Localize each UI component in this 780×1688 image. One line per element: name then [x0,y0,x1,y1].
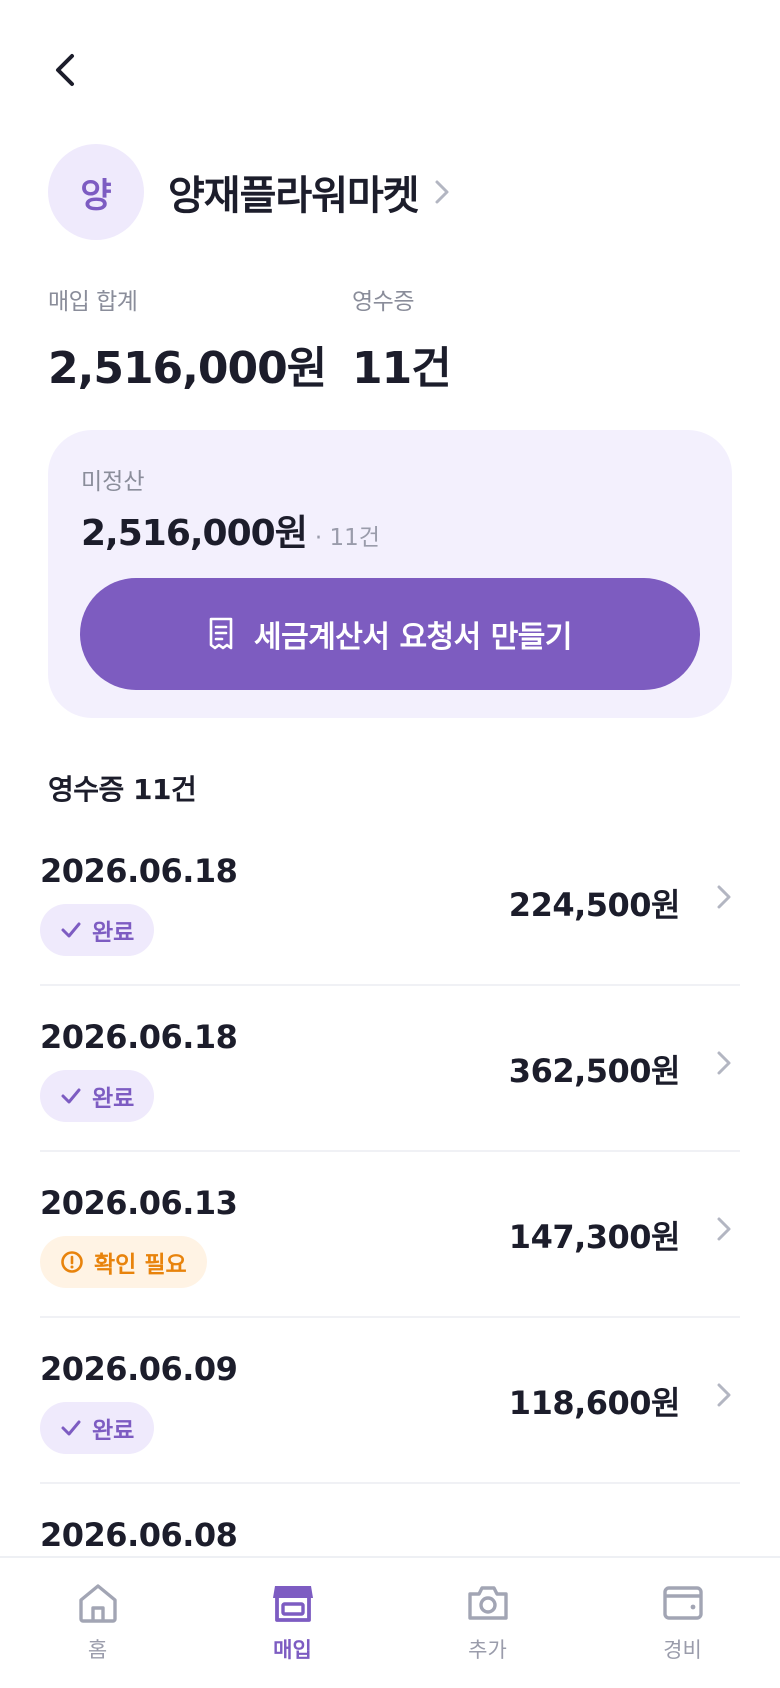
purchase-total-value: 2,516,000원 [48,343,327,394]
status-badge-label: 완료 [92,1086,135,1112]
unsettled-count: · 11건 [314,525,380,551]
create-tax-invoice-request-button[interactable]: 세금계산서 요청서 만들기 [80,578,700,690]
tab-expense[interactable]: 경비 [585,1558,780,1688]
receipt-amount: 362,500원 [508,1052,681,1090]
receipt-date: 2026.06.18 [40,852,238,890]
status-badge-label: 완료 [92,1418,135,1444]
check-icon [60,1087,82,1105]
receipt-row[interactable]: 2026.06.09 완료 118,600원 [40,1318,740,1484]
tab-home[interactable]: 홈 [0,1558,195,1688]
tab-purchase[interactable]: 매입 [195,1558,390,1688]
chevron-left-icon [56,54,74,86]
receipt-count-value: 11건 [352,343,452,394]
tab-add[interactable]: 추가 [390,1558,585,1688]
chevron-right-icon [716,884,732,910]
store-icon [272,1586,313,1622]
home-icon [78,1584,117,1623]
purchase-total: 매입 합계 2,516,000원 [48,282,352,396]
unsettled-summary: 2,516,000원 · 11건 [81,504,380,556]
unsettled-amount: 2,516,000원 [81,513,308,554]
wallet-icon [662,1586,703,1620]
check-icon [60,921,82,939]
chevron-right-icon [716,1382,732,1408]
receipt-row[interactable]: 2026.06.18 완료 224,500원 [40,820,740,986]
tab-add-label: 추가 [468,1638,507,1662]
chevron-right-icon [433,178,451,206]
vendor-name[interactable]: 양재플라워마켓 [168,163,420,221]
camera-icon [467,1586,508,1620]
status-badge: 확인 필요 [40,1236,207,1288]
receipt-row[interactable]: 2026.06.18 완료 362,500원 [40,986,740,1152]
alert-circle-icon [60,1250,84,1274]
receipt-amount: 147,300원 [508,1218,681,1256]
receipt-date: 2026.06.09 [40,1350,238,1388]
chevron-right-icon [716,1050,732,1076]
tab-expense-label: 경비 [663,1638,702,1662]
status-badge: 완료 [40,904,155,956]
receipt-count-label: 영수증 [352,289,414,315]
back-button[interactable] [40,44,92,96]
receipt-date: 2026.06.08 [40,1516,238,1554]
create-tax-invoice-request-label: 세금계산서 요청서 만들기 [254,620,573,655]
receipt-amount: 118,600원 [508,1384,681,1422]
bottom-tab-bar: 홈 매입 추가 경비 [0,1556,780,1688]
vendor-avatar: 양 [48,144,144,240]
status-badge-label: 완료 [92,920,135,946]
unsettled-label: 미정산 [81,469,145,495]
status-badge: 완료 [40,1402,155,1454]
vendor-header[interactable]: 양 양재플라워마켓 [48,144,451,240]
summary-stats: 매입 합계 2,516,000원 영수증 11건 [48,282,732,396]
receipt-count: 영수증 11건 [352,282,452,396]
receipt-list: 2026.06.18 완료 224,500원 2026.06.18 완료 362… [40,820,740,1650]
tab-home-label: 홈 [87,1638,108,1662]
receipt-amount: 224,500원 [508,886,681,924]
chevron-right-icon [716,1216,732,1242]
status-badge-label: 확인 필요 [94,1252,187,1278]
unsettled-card: 미정산 2,516,000원 · 11건 세금계산서 요청서 만들기 [48,430,732,718]
receipt-date: 2026.06.18 [40,1018,238,1056]
receipt-icon [208,617,234,651]
receipt-section-title: 영수증 11건 [48,773,197,806]
status-badge: 완료 [40,1070,155,1122]
purchase-total-label: 매입 합계 [48,289,138,315]
check-icon [60,1419,82,1437]
receipt-row[interactable]: 2026.06.13 확인 필요 147,300원 [40,1152,740,1318]
receipt-date: 2026.06.13 [40,1184,238,1222]
tab-purchase-label: 매입 [273,1638,312,1662]
